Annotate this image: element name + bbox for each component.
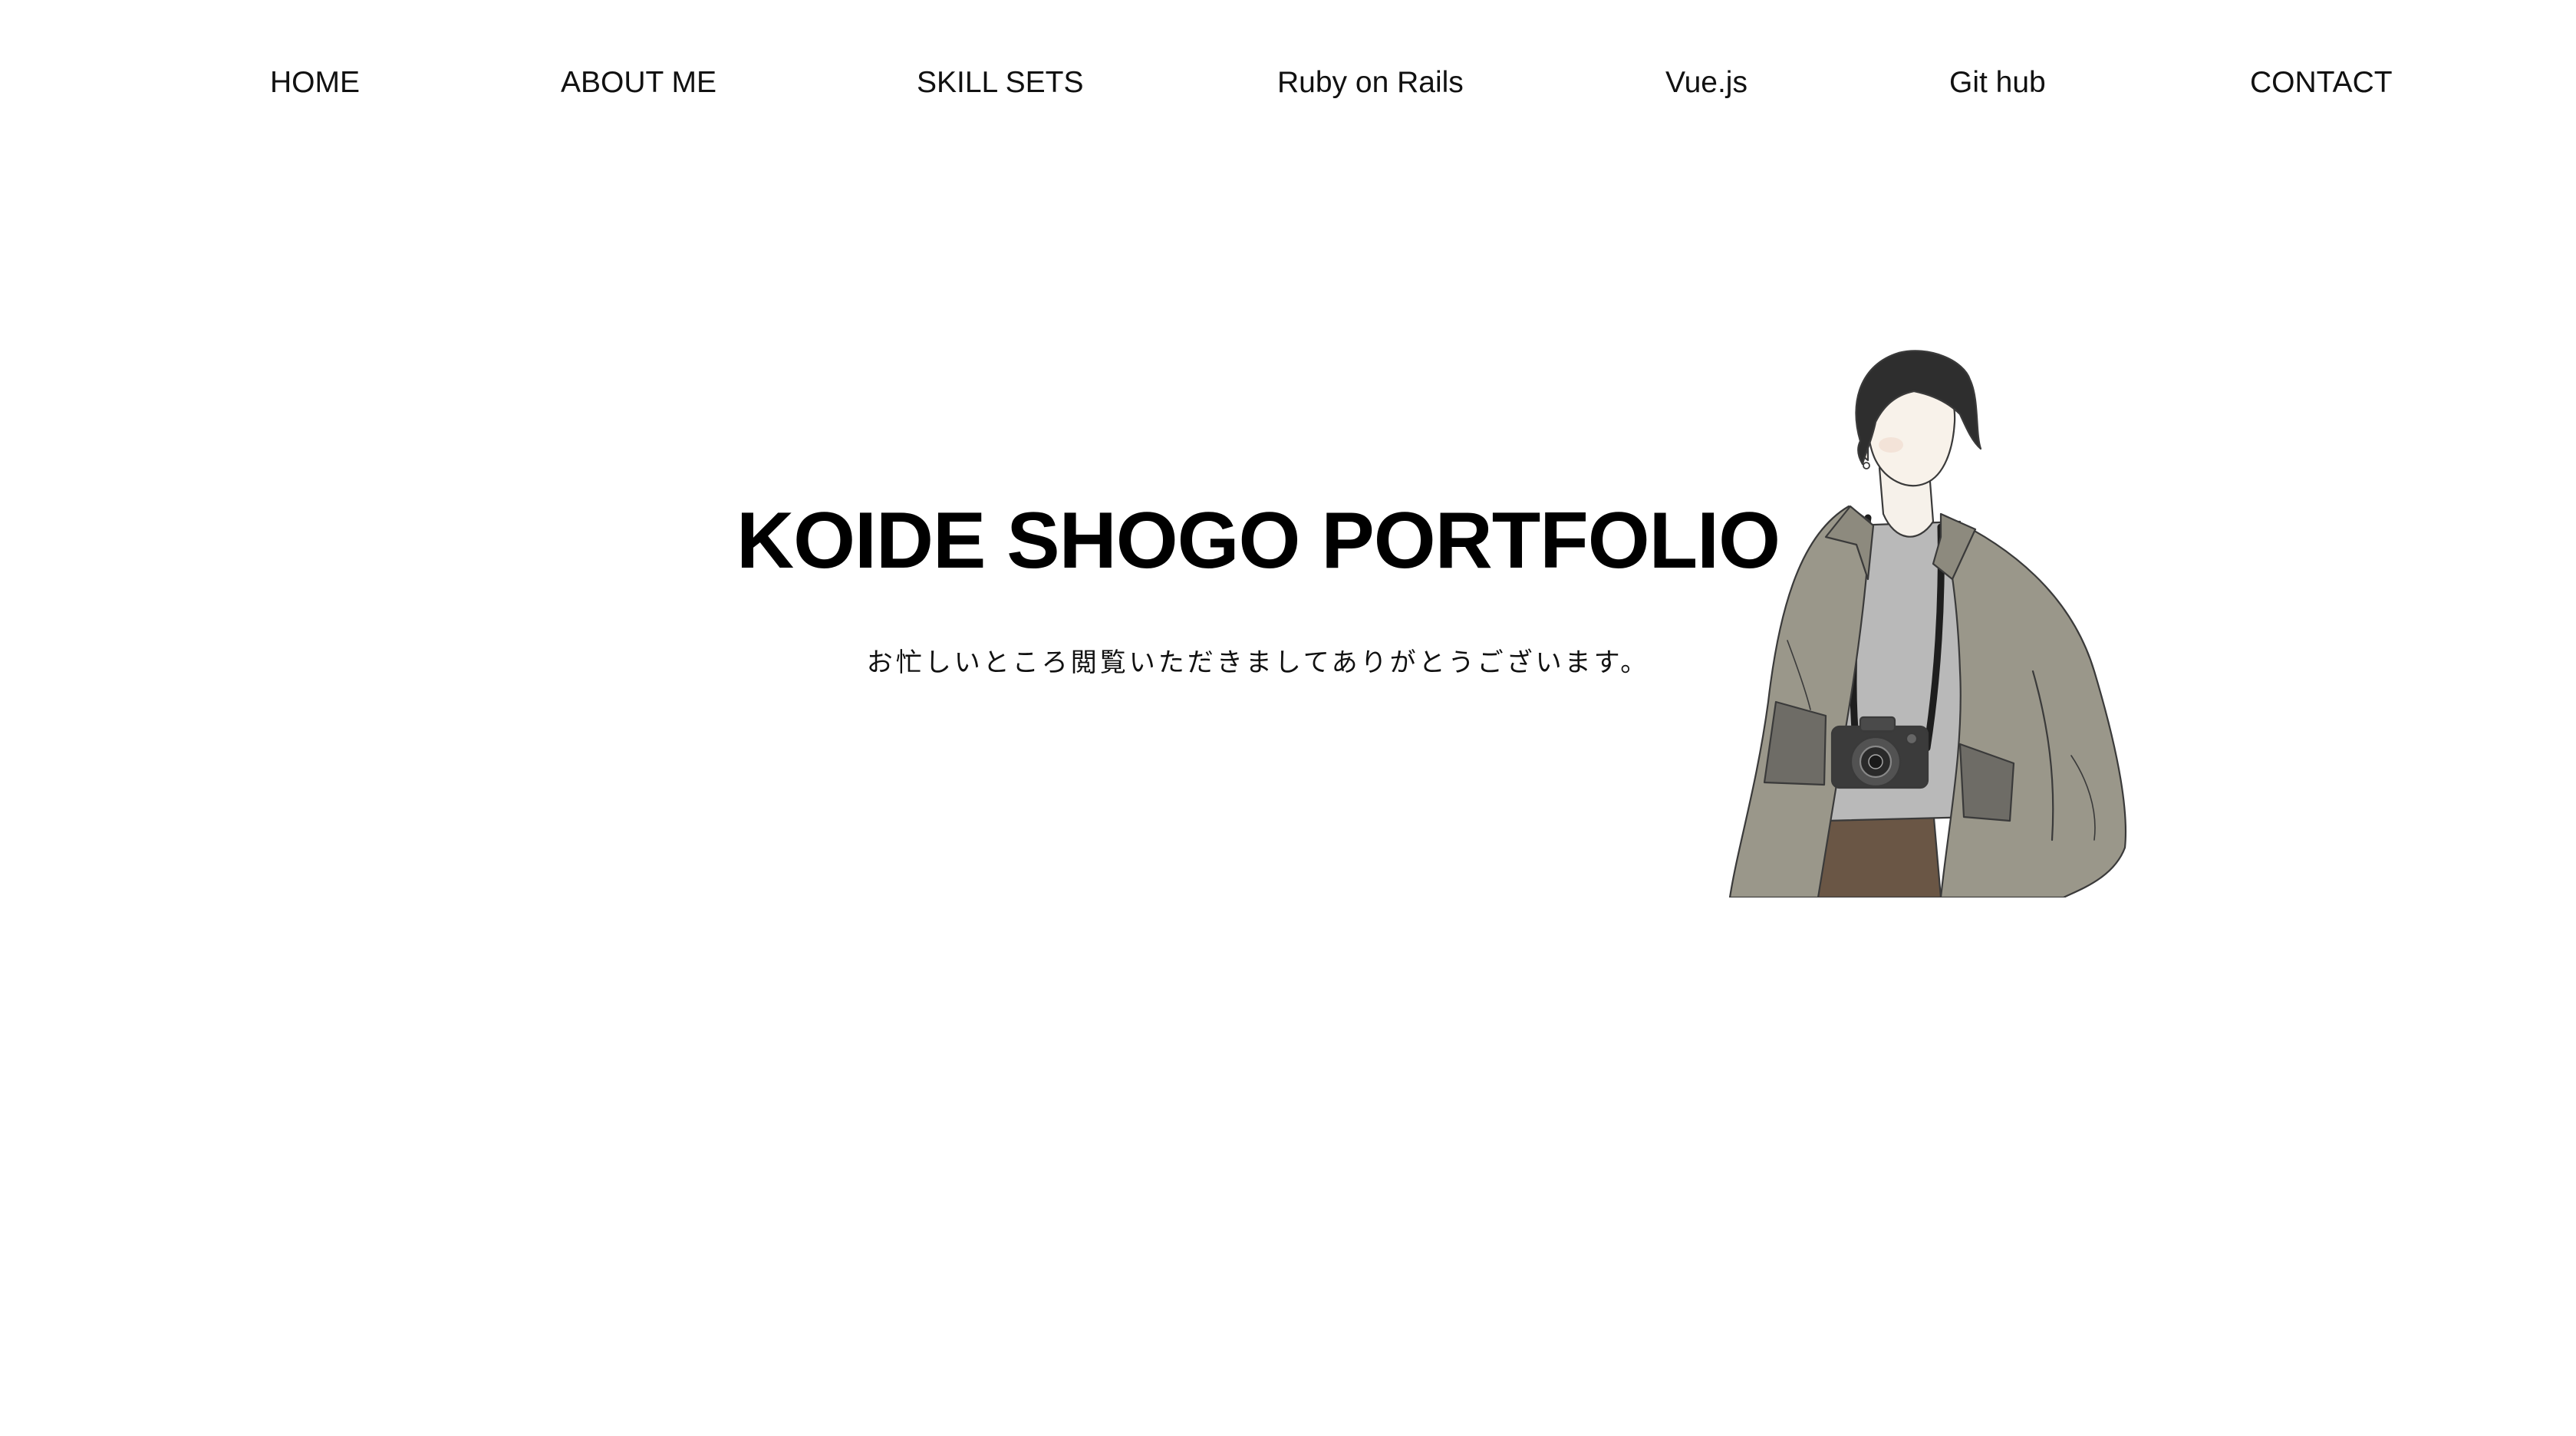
jacket-pocket-left <box>1763 700 1827 786</box>
nav-item-skill-sets[interactable]: SKILL SETS <box>917 60 1084 106</box>
nav-item-about-me[interactable]: ABOUT ME <box>561 60 716 106</box>
top-nav: HOME ABOUT ME SKILL SETS Ruby on Rails V… <box>0 60 2576 106</box>
nav-item-vuejs[interactable]: Vue.js <box>1665 60 1748 106</box>
portrait-illustration <box>1728 350 2127 898</box>
nav-item-contact[interactable]: CONTACT <box>2250 60 2393 106</box>
nav-item-ruby-on-rails[interactable]: Ruby on Rails <box>1277 60 1464 106</box>
nav-item-home[interactable]: HOME <box>270 60 360 106</box>
jacket-right <box>1939 512 2127 898</box>
welcome-message: お忙しいところ閲覧いただきましてありがとうございます。 <box>866 647 1650 678</box>
page-title: KOIDE SHOGO PORTFOLIO <box>736 496 1780 585</box>
earring <box>1863 462 1870 469</box>
nav-item-github[interactable]: Git hub <box>1949 60 2046 106</box>
